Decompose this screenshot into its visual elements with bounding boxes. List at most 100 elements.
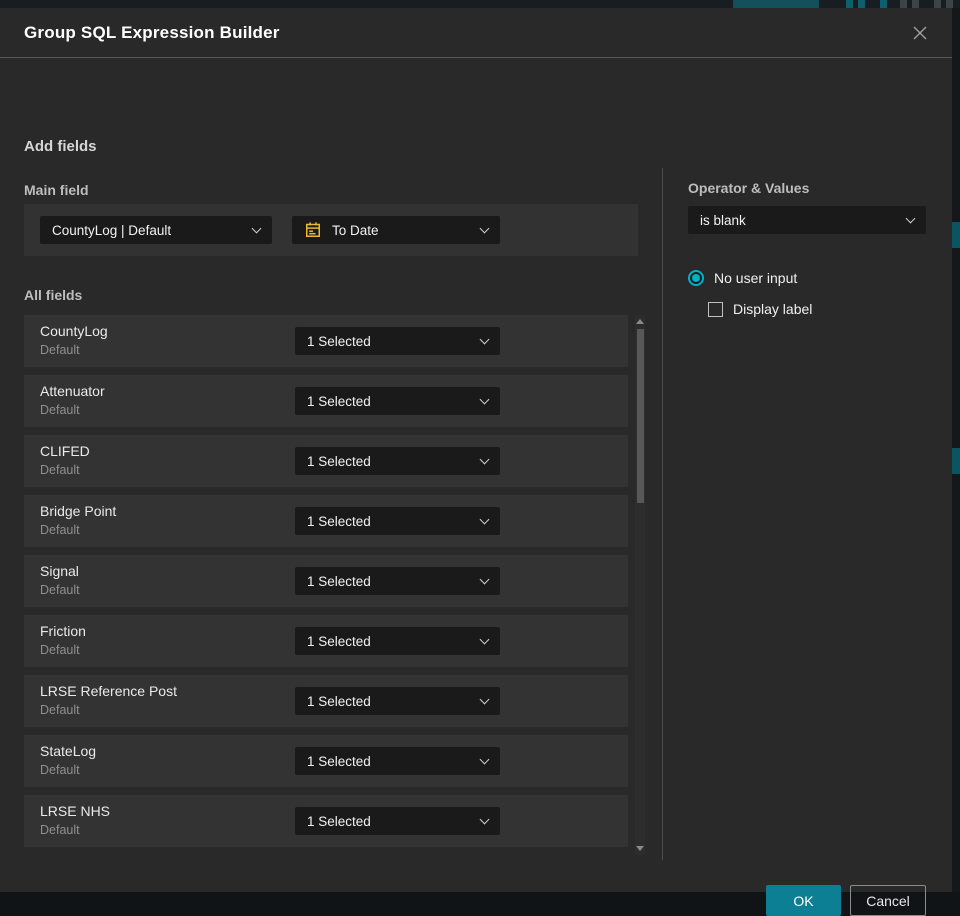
field-sublabel: Default — [40, 343, 80, 357]
field-name: Friction — [40, 623, 86, 639]
field-row-bridge-point: Bridge Point Default 1 Selected — [24, 495, 628, 547]
field-sublabel: Default — [40, 583, 80, 597]
field-name: Signal — [40, 563, 79, 579]
toolbar-bar-icon — [946, 0, 953, 8]
chevron-down-icon — [479, 454, 490, 464]
field-sublabel: Default — [40, 823, 80, 837]
main-field-select[interactable]: CountyLog | Default — [40, 216, 272, 244]
field-name: Bridge Point — [40, 503, 117, 519]
field-sublabel: Default — [40, 703, 80, 717]
main-field-select-value: CountyLog | Default — [52, 222, 172, 238]
live-view-label: Live View — [753, 0, 800, 3]
field-selected-dropdown[interactable]: 1 Selected — [295, 627, 500, 655]
add-fields-heading: Add fields — [24, 138, 97, 155]
chevron-down-icon — [479, 223, 490, 233]
panel-divider — [662, 168, 663, 860]
background-accent-segment — [952, 448, 960, 474]
scroll-down-icon[interactable] — [636, 846, 644, 851]
toolbar-bar-icon — [912, 0, 919, 8]
field-selected-value: 1 Selected — [307, 813, 371, 829]
scrollbar-thumb[interactable] — [636, 329, 644, 503]
close-button[interactable] — [906, 19, 934, 47]
calendar-icon — [306, 222, 320, 237]
toolbar-bar-icon — [846, 0, 853, 8]
field-selected-dropdown[interactable]: 1 Selected — [295, 507, 500, 535]
chevron-down-icon — [905, 213, 916, 223]
ok-button[interactable]: OK — [766, 885, 841, 916]
field-sublabel: Default — [40, 403, 80, 417]
main-field-box: CountyLog | Default To Date — [24, 204, 638, 256]
operator-values-label: Operator & Values — [688, 180, 810, 196]
chevron-down-icon — [479, 754, 490, 764]
close-icon — [913, 26, 927, 39]
radio-selected-icon — [688, 270, 704, 286]
field-selected-dropdown[interactable]: 1 Selected — [295, 327, 500, 355]
field-name: StateLog — [40, 743, 97, 759]
field-row-friction: Friction Default 1 Selected — [24, 615, 628, 667]
toolbar-bar-icon — [880, 0, 887, 8]
no-user-input-label: No user input — [714, 270, 798, 286]
field-selected-dropdown[interactable]: 1 Selected — [295, 447, 500, 475]
main-field-type-select[interactable]: To Date — [292, 216, 500, 244]
field-selected-value: 1 Selected — [307, 693, 371, 709]
field-name: Attenuator — [40, 383, 105, 399]
fields-list-scrollbar[interactable] — [635, 315, 645, 855]
group-sql-expression-builder-dialog: Group SQL Expression Builder Add fields … — [0, 8, 952, 916]
chevron-down-icon — [479, 334, 490, 344]
toolbar-bar-icon — [934, 0, 941, 8]
main-field-label: Main field — [24, 182, 89, 198]
live-view-button[interactable]: Live View — [733, 0, 819, 8]
dialog-header: Group SQL Expression Builder — [0, 8, 952, 58]
field-name: CountyLog — [40, 323, 108, 339]
background-accent-segment — [952, 222, 960, 248]
field-row-lrse-nhs: LRSE NHS Default 1 Selected — [24, 795, 628, 847]
chevron-down-icon — [251, 223, 262, 233]
field-row-attenuator: Attenuator Default 1 Selected — [24, 375, 628, 427]
toolbar-bar-icon — [858, 0, 865, 8]
main-field-type-value: To Date — [332, 222, 379, 238]
all-fields-label: All fields — [24, 287, 83, 303]
field-selected-value: 1 Selected — [307, 753, 371, 769]
chevron-down-icon — [479, 514, 490, 524]
operator-select-value: is blank — [700, 212, 746, 228]
dialog-body: Add fields Main field CountyLog | Defaul… — [0, 58, 952, 916]
field-selected-dropdown[interactable]: 1 Selected — [295, 387, 500, 415]
chevron-down-icon — [479, 814, 490, 824]
field-selected-dropdown[interactable]: 1 Selected — [295, 687, 500, 715]
no-user-input-radio[interactable]: No user input — [688, 270, 797, 286]
field-sublabel: Default — [40, 643, 80, 657]
field-selected-value: 1 Selected — [307, 573, 371, 589]
field-name: CLIFED — [40, 443, 90, 459]
dialog-title: Group SQL Expression Builder — [24, 22, 280, 42]
field-row-statelog: StateLog Default 1 Selected — [24, 735, 628, 787]
field-name: LRSE Reference Post — [40, 683, 177, 699]
chevron-down-icon — [479, 574, 490, 584]
background-app-sliver — [952, 8, 960, 892]
field-row-lrse-reference-post: LRSE Reference Post Default 1 Selected — [24, 675, 628, 727]
chevron-down-icon — [479, 634, 490, 644]
display-label-checkbox[interactable]: Display label — [708, 301, 812, 317]
field-selected-dropdown[interactable]: 1 Selected — [295, 747, 500, 775]
field-selected-value: 1 Selected — [307, 513, 371, 529]
chevron-down-icon — [479, 694, 490, 704]
background-app-header: Live View — [0, 0, 960, 8]
field-selected-dropdown[interactable]: 1 Selected — [295, 807, 500, 835]
cancel-button[interactable]: Cancel — [850, 885, 926, 916]
operator-select[interactable]: is blank — [688, 206, 926, 234]
chevron-down-icon — [479, 394, 490, 404]
field-sublabel: Default — [40, 763, 80, 777]
field-selected-value: 1 Selected — [307, 453, 371, 469]
field-selected-value: 1 Selected — [307, 633, 371, 649]
field-selected-dropdown[interactable]: 1 Selected — [295, 567, 500, 595]
checkbox-unchecked-icon — [708, 301, 723, 317]
field-sublabel: Default — [40, 523, 80, 537]
field-selected-value: 1 Selected — [307, 333, 371, 349]
field-row-clifed: CLIFED Default 1 Selected — [24, 435, 628, 487]
field-sublabel: Default — [40, 463, 80, 477]
field-row-countylog: CountyLog Default 1 Selected — [24, 315, 628, 367]
field-selected-value: 1 Selected — [307, 393, 371, 409]
field-row-signal: Signal Default 1 Selected — [24, 555, 628, 607]
scroll-up-icon[interactable] — [636, 319, 644, 324]
toolbar-bar-icon — [900, 0, 907, 8]
field-name: LRSE NHS — [40, 803, 111, 819]
